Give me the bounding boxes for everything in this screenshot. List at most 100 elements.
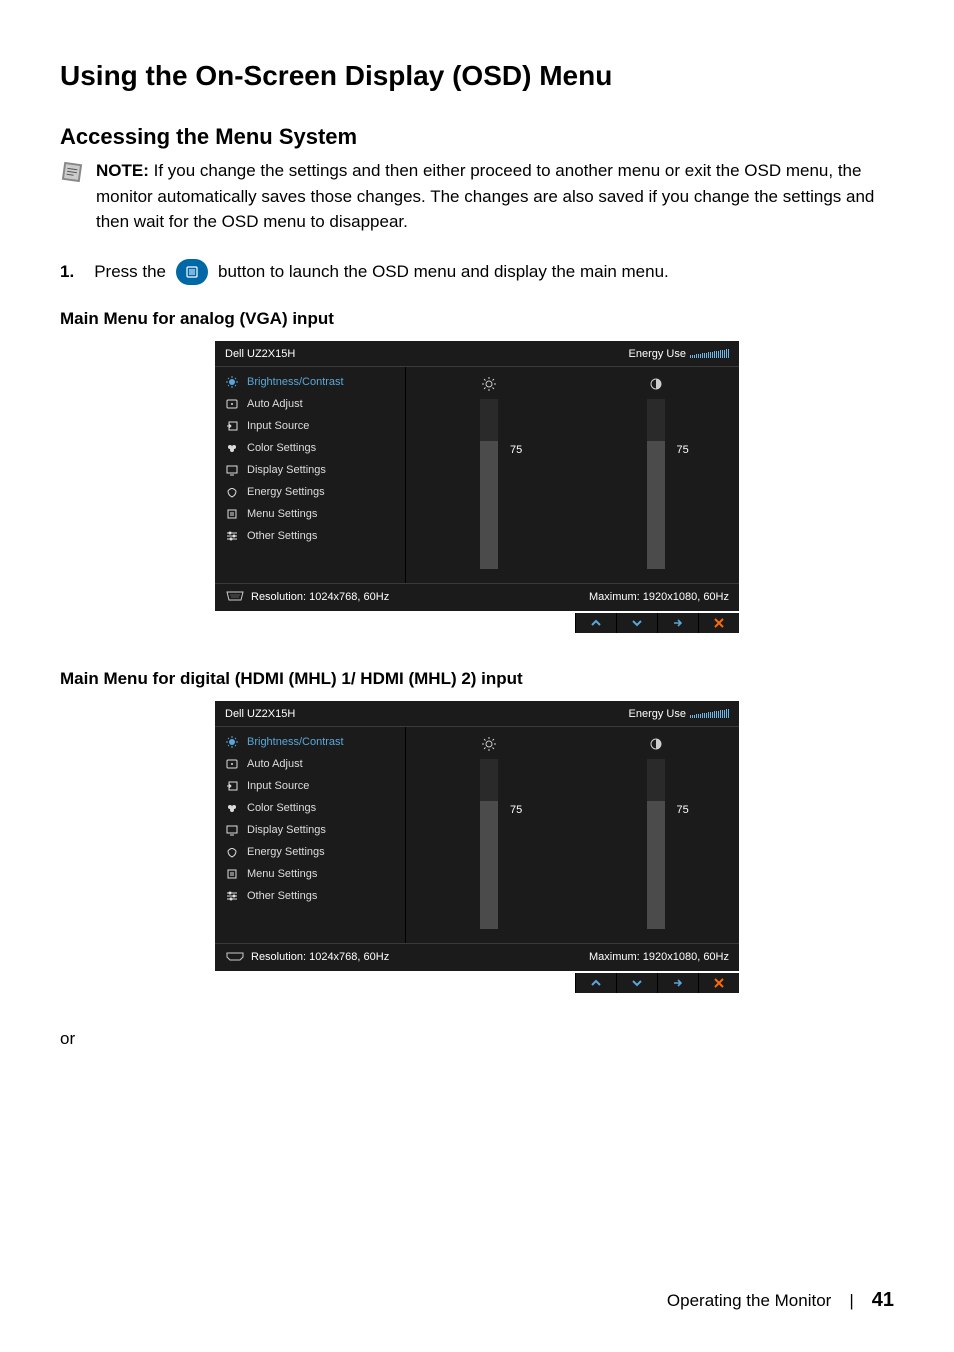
menu-item-label: Brightness/Contrast bbox=[247, 376, 344, 388]
osd-menu-button-icon bbox=[176, 259, 208, 285]
menu-item-label: Other Settings bbox=[247, 890, 317, 902]
menu-item-label: Energy Settings bbox=[247, 486, 325, 498]
osd-footer: Resolution: 1024x768, 60Hz Maximum: 1920x… bbox=[215, 943, 739, 971]
resolution-text: Resolution: 1024x768, 60Hz bbox=[251, 591, 389, 603]
osd-menu-item[interactable]: Menu Settings bbox=[215, 503, 405, 525]
nav-enter-button[interactable] bbox=[657, 973, 698, 993]
osd-menu-item[interactable]: Energy Settings bbox=[215, 841, 405, 863]
menu-item-label: Color Settings bbox=[247, 442, 316, 454]
contrast-icon bbox=[649, 737, 663, 751]
contrast-icon bbox=[649, 377, 663, 391]
osd-menu-item[interactable]: Other Settings bbox=[215, 525, 405, 547]
subheading-hdmi: Main Menu for digital (HDMI (MHL) 1/ HDM… bbox=[60, 669, 894, 689]
menu-item-icon bbox=[225, 736, 239, 748]
osd-menu-item[interactable]: Display Settings bbox=[215, 459, 405, 481]
osd-menu-item[interactable]: Other Settings bbox=[215, 885, 405, 907]
osd-sliders: 75 75 bbox=[406, 727, 739, 943]
slider-track: 75 bbox=[480, 399, 498, 569]
slider-track: 75 bbox=[647, 759, 665, 929]
brightness-value: 75 bbox=[510, 444, 522, 456]
maximum-text: Maximum: 1920x1080, 60Hz bbox=[589, 951, 729, 963]
menu-item-label: Menu Settings bbox=[247, 868, 317, 880]
menu-item-label: Input Source bbox=[247, 780, 309, 792]
page-footer: Operating the Monitor | 41 bbox=[667, 1289, 894, 1312]
osd-menu-item[interactable]: Energy Settings bbox=[215, 481, 405, 503]
menu-item-icon bbox=[225, 420, 239, 432]
energy-bars-icon bbox=[690, 709, 729, 718]
footer-separator: | bbox=[849, 1291, 853, 1311]
step-1: 1. Press the button to launch the OSD me… bbox=[60, 259, 894, 285]
connector-icon bbox=[225, 951, 245, 964]
menu-item-icon bbox=[225, 780, 239, 792]
energy-label: Energy Use bbox=[629, 708, 686, 720]
menu-item-icon bbox=[225, 846, 239, 858]
menu-item-icon bbox=[225, 890, 239, 902]
brightness-value: 75 bbox=[510, 804, 522, 816]
osd-nav-bar bbox=[215, 613, 739, 633]
slider-track: 75 bbox=[647, 399, 665, 569]
menu-item-label: Energy Settings bbox=[247, 846, 325, 858]
osd-menu-item[interactable]: Input Source bbox=[215, 415, 405, 437]
osd-sliders: 75 75 bbox=[406, 367, 739, 583]
osd-model: Dell UZ2X15H bbox=[225, 708, 295, 720]
osd-nav-bar bbox=[215, 973, 739, 993]
nav-up-button[interactable] bbox=[575, 613, 616, 633]
menu-item-label: Brightness/Contrast bbox=[247, 736, 344, 748]
nav-close-button[interactable] bbox=[698, 973, 739, 993]
note-icon bbox=[60, 160, 84, 189]
osd-footer: Resolution: 1024x768, 60HzMaximum: 1920x… bbox=[215, 583, 739, 611]
note-text: NOTE: If you change the settings and the… bbox=[96, 158, 894, 235]
osd-menu-item[interactable]: Display Settings bbox=[215, 819, 405, 841]
or-text: or bbox=[60, 1029, 894, 1049]
resolution-text: Resolution: 1024x768, 60Hz bbox=[251, 951, 389, 963]
menu-item-icon bbox=[225, 758, 239, 770]
footer-page-number: 41 bbox=[872, 1289, 894, 1312]
osd-menu-item[interactable]: Brightness/Contrast bbox=[215, 731, 405, 753]
subheading-vga: Main Menu for analog (VGA) input bbox=[60, 309, 894, 329]
menu-item-label: Display Settings bbox=[247, 464, 326, 476]
osd-header: Dell UZ2X15HEnergy Use bbox=[215, 341, 739, 367]
osd-menu-item[interactable]: Color Settings bbox=[215, 437, 405, 459]
brightness-slider[interactable]: 75 bbox=[429, 377, 549, 569]
step-number: 1. bbox=[60, 262, 74, 282]
osd-menu-list: Brightness/Contrast Auto Adjust Input Sour… bbox=[215, 727, 406, 943]
page-title: Using the On-Screen Display (OSD) Menu bbox=[60, 60, 894, 92]
menu-item-icon bbox=[225, 486, 239, 498]
osd-panel: Dell UZ2X15HEnergy UseBrightness/Contras… bbox=[215, 341, 739, 611]
slider-track: 75 bbox=[480, 759, 498, 929]
energy-bars-icon bbox=[690, 349, 729, 358]
menu-item-label: Auto Adjust bbox=[247, 758, 303, 770]
menu-item-label: Auto Adjust bbox=[247, 398, 303, 410]
menu-item-icon bbox=[225, 824, 239, 836]
brightness-slider[interactable]: 75 bbox=[429, 737, 549, 929]
menu-item-label: Input Source bbox=[247, 420, 309, 432]
menu-item-icon bbox=[225, 398, 239, 410]
contrast-slider[interactable]: 75 bbox=[596, 377, 716, 569]
osd-menu-item[interactable]: Auto Adjust bbox=[215, 753, 405, 775]
osd-menu-list: Brightness/Contrast Auto Adjust Input Sour… bbox=[215, 367, 406, 583]
step-text-post: button to launch the OSD menu and displa… bbox=[218, 262, 669, 282]
menu-item-label: Menu Settings bbox=[247, 508, 317, 520]
osd-header: Dell UZ2X15H Energy Use bbox=[215, 701, 739, 727]
menu-item-icon bbox=[225, 464, 239, 476]
note-label: NOTE: bbox=[96, 161, 149, 180]
osd-menu-item[interactable]: Auto Adjust bbox=[215, 393, 405, 415]
osd-menu-item[interactable]: Brightness/Contrast bbox=[215, 371, 405, 393]
note-body: If you change the settings and then eith… bbox=[96, 161, 874, 231]
nav-up-button[interactable] bbox=[575, 973, 616, 993]
menu-item-label: Color Settings bbox=[247, 802, 316, 814]
contrast-slider[interactable]: 75 bbox=[596, 737, 716, 929]
nav-close-button[interactable] bbox=[698, 613, 739, 633]
footer-section: Operating the Monitor bbox=[667, 1291, 831, 1311]
osd-model: Dell UZ2X15H bbox=[225, 348, 295, 360]
osd-menu-item[interactable]: Menu Settings bbox=[215, 863, 405, 885]
osd-menu-item[interactable]: Color Settings bbox=[215, 797, 405, 819]
nav-down-button[interactable] bbox=[616, 613, 657, 633]
osd-energy: Energy Use bbox=[629, 708, 729, 720]
contrast-value: 75 bbox=[677, 444, 689, 456]
nav-enter-button[interactable] bbox=[657, 613, 698, 633]
nav-down-button[interactable] bbox=[616, 973, 657, 993]
menu-item-icon bbox=[225, 508, 239, 520]
osd-menu-item[interactable]: Input Source bbox=[215, 775, 405, 797]
step-text-pre: Press the bbox=[94, 262, 166, 282]
